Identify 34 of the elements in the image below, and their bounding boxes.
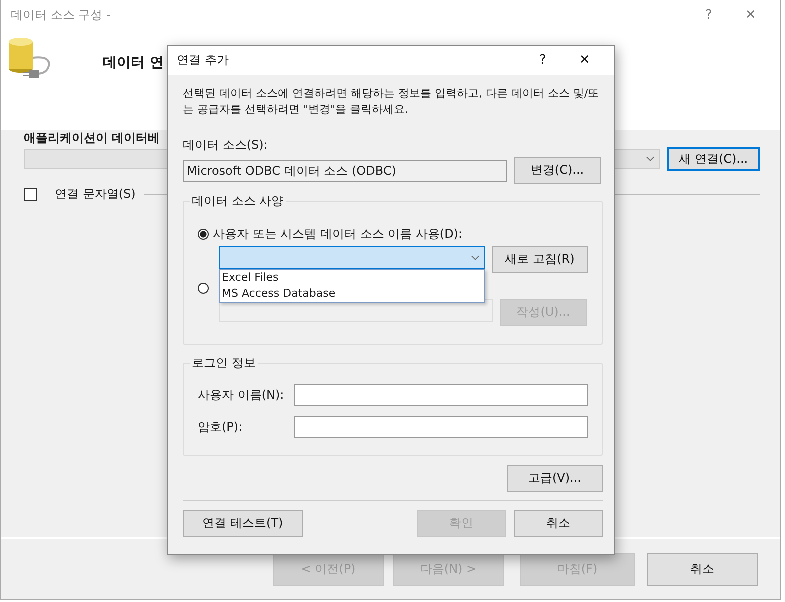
input-field[interactable]	[294, 416, 588, 438]
wizard-button[interactable]: 취소	[647, 552, 758, 586]
radio-button[interactable]	[198, 229, 209, 240]
help-button[interactable]: ?	[688, 8, 730, 22]
data-source-label: 데이터 소스(S):	[183, 137, 269, 154]
checkbox-label: 연결 문자열(S)	[55, 186, 136, 203]
group-title: 데이터 소스 사양	[190, 193, 286, 210]
dropdown-item[interactable]: Excel Files	[220, 270, 484, 286]
radio-label: 사용자 또는 시스템 데이터 소스 이름 사용(D):	[213, 226, 463, 243]
field-label: 사용자 이름(N):	[198, 386, 286, 404]
dsn-dropdown[interactable]	[219, 246, 485, 269]
advanced-button[interactable]: 고급(V)...	[507, 465, 603, 492]
checkbox[interactable]	[24, 188, 37, 201]
dialog-title: 연결 추가	[177, 52, 230, 69]
prompt-text: 애플리케이션이 데이터베	[24, 130, 160, 147]
chevron-down-icon	[471, 254, 480, 260]
refresh-button[interactable]: 새로 고침(R)	[492, 246, 588, 273]
help-button[interactable]: ?	[522, 53, 564, 68]
dialog-button[interactable]: 취소	[514, 510, 603, 537]
description-text: 선택된 데이터 소스에 연결하려면 해당하는 정보를 입력하고, 다른 데이터 소스 및/또는 공급자를 선택하려면 "변경"을 클릭하세요.	[183, 86, 600, 118]
window-title: 데이터 소스 구성 -	[11, 6, 112, 24]
field-label: 암호(P):	[198, 418, 244, 436]
radio-button[interactable]	[198, 283, 209, 294]
input-field[interactable]	[294, 384, 588, 406]
group-title: 로그인 정보	[190, 355, 258, 372]
data-source-field: Microsoft ODBC 데이터 소스 (ODBC)	[183, 160, 507, 182]
change-button[interactable]: 변경(C)...	[514, 157, 601, 184]
dropdown-item[interactable]: MS Access Database	[220, 286, 484, 302]
new-connection-button[interactable]: 새 연결(C)...	[667, 147, 760, 171]
close-button[interactable]: ✕	[730, 8, 772, 22]
dialog-button[interactable]: 연결 테스트(T)	[183, 510, 303, 537]
page-heading: 데이터 연	[103, 54, 164, 72]
chevron-down-icon	[646, 156, 656, 162]
close-button[interactable]: ✕	[564, 53, 606, 68]
